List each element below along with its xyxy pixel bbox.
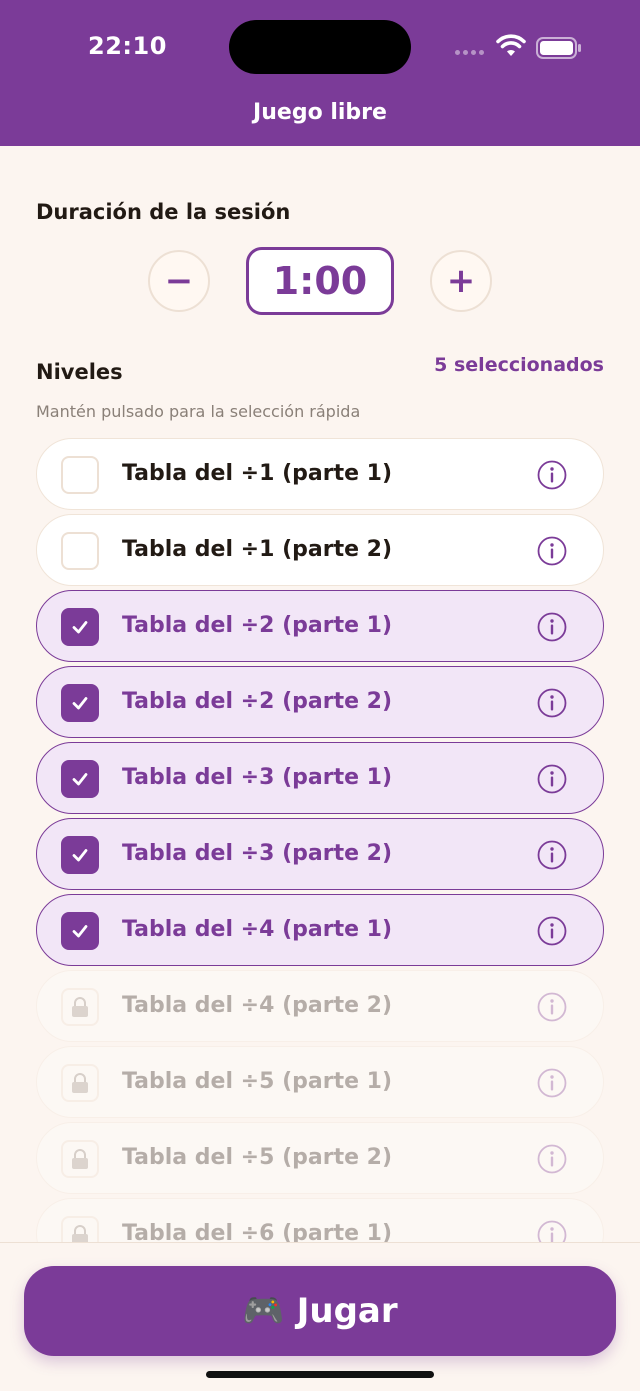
lock-icon [72, 1073, 88, 1093]
gamepad-icon: 🎮 [242, 1291, 285, 1331]
level-item[interactable]: Tabla del ÷4 (parte 1) [36, 894, 604, 966]
level-checkbox[interactable] [61, 608, 99, 646]
level-item[interactable]: Tabla del ÷2 (parte 1) [36, 590, 604, 662]
level-label: Tabla del ÷6 (parte 1) [122, 1221, 393, 1242]
level-checkbox[interactable] [61, 684, 99, 722]
minus-icon: − [164, 261, 194, 301]
level-item[interactable]: Tabla del ÷2 (parte 2) [36, 666, 604, 738]
level-label: Tabla del ÷3 (parte 2) [122, 841, 393, 866]
info-icon[interactable] [537, 1144, 567, 1174]
level-item[interactable]: Tabla del ÷3 (parte 2) [36, 818, 604, 890]
level-label: Tabla del ÷3 (parte 1) [122, 765, 393, 790]
level-label: Tabla del ÷2 (parte 2) [122, 689, 393, 714]
app-header: 22:10 Juego libre [0, 0, 640, 146]
info-icon[interactable] [537, 1068, 567, 1098]
home-indicator [206, 1371, 434, 1378]
lock-badge [61, 1216, 99, 1242]
play-button-label: Jugar [296, 1291, 398, 1331]
info-icon[interactable] [537, 916, 567, 946]
quick-select-hint: Mantén pulsado para la selección rápida [36, 402, 361, 421]
level-label: Tabla del ÷4 (parte 1) [122, 917, 393, 942]
level-label: Tabla del ÷5 (parte 2) [122, 1145, 393, 1170]
info-icon[interactable] [537, 764, 567, 794]
wifi-icon [496, 34, 526, 56]
lock-badge [61, 1140, 99, 1178]
level-checkbox[interactable] [61, 912, 99, 950]
level-item: Tabla del ÷5 (parte 2) [36, 1122, 604, 1194]
check-icon [72, 773, 88, 786]
footer-divider [0, 1242, 640, 1243]
level-checkbox[interactable] [61, 760, 99, 798]
lock-badge [61, 988, 99, 1026]
level-label: Tabla del ÷1 (parte 2) [122, 537, 393, 562]
level-item: Tabla del ÷6 (parte 1) [36, 1198, 604, 1242]
selected-count: 5 seleccionados [434, 354, 604, 376]
level-label: Tabla del ÷5 (parte 1) [122, 1069, 393, 1094]
level-item: Tabla del ÷5 (parte 1) [36, 1046, 604, 1118]
info-icon[interactable] [537, 1220, 567, 1242]
info-icon[interactable] [537, 460, 567, 490]
check-icon [72, 925, 88, 938]
info-icon[interactable] [537, 536, 567, 566]
level-item: Tabla del ÷4 (parte 2) [36, 970, 604, 1042]
level-item[interactable]: Tabla del ÷1 (parte 1) [36, 438, 604, 510]
page-title: Juego libre [253, 100, 387, 125]
info-icon[interactable] [537, 688, 567, 718]
level-checkbox[interactable] [61, 836, 99, 874]
increase-duration-button[interactable]: + [430, 250, 492, 312]
level-item[interactable]: Tabla del ÷1 (parte 2) [36, 514, 604, 586]
info-icon[interactable] [537, 992, 567, 1022]
level-checkbox[interactable] [61, 532, 99, 570]
info-icon[interactable] [537, 612, 567, 642]
plus-icon: + [446, 261, 476, 301]
level-item[interactable]: Tabla del ÷3 (parte 1) [36, 742, 604, 814]
levels-title: Niveles [36, 360, 123, 384]
level-label: Tabla del ÷2 (parte 1) [122, 613, 393, 638]
lock-badge [61, 1064, 99, 1102]
cellular-signal-icon [455, 50, 484, 55]
decrease-duration-button[interactable]: − [148, 250, 210, 312]
level-label: Tabla del ÷4 (parte 2) [122, 993, 393, 1018]
lock-icon [72, 997, 88, 1017]
dynamic-island [229, 20, 411, 74]
play-button[interactable]: 🎮 Jugar [24, 1266, 616, 1356]
status-time: 22:10 [88, 32, 167, 60]
duration-value: 1:00 [246, 247, 394, 315]
lock-icon [72, 1225, 88, 1242]
levels-list[interactable]: Tabla del ÷1 (parte 1) Tabla del ÷1 (part… [0, 436, 640, 1242]
lock-icon [72, 1149, 88, 1169]
check-icon [72, 697, 88, 710]
session-duration-title: Duración de la sesión [36, 200, 291, 224]
level-label: Tabla del ÷1 (parte 1) [122, 461, 393, 486]
info-icon[interactable] [537, 840, 567, 870]
battery-icon [536, 37, 581, 59]
check-icon [72, 621, 88, 634]
level-checkbox[interactable] [61, 456, 99, 494]
check-icon [72, 849, 88, 862]
